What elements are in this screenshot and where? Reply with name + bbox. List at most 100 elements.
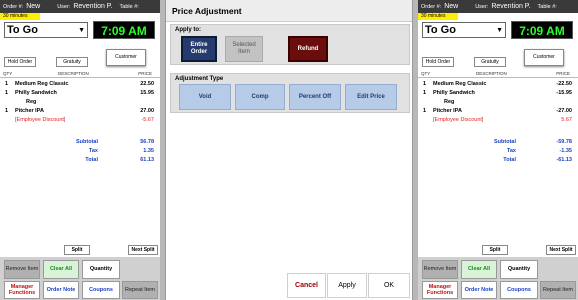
comp-button[interactable]: Comp [235,84,285,110]
time-badge: 30 minutes [0,13,40,20]
list-item[interactable]: 1 Philly Sandwich 15.95 [0,89,160,98]
repeat-item-button[interactable]: Repeat Item [540,281,576,299]
item-desc: Reg [26,99,37,105]
user-label: User: [57,3,71,10]
order-header: Order #: New User: Revention P. Table #: [0,0,160,13]
dialog-title: Price Adjustment [166,0,412,22]
time-badge: 30 minutes [418,13,458,20]
subtotal-value: -59.78 [556,139,572,145]
clock: 7:09 AM [93,21,155,39]
item-desc: Philly Sandwich [433,90,475,96]
remove-item-button[interactable]: Remove Item [4,260,40,279]
next-split-button[interactable]: Next Split [128,245,158,255]
col-price: PRICE [138,71,152,76]
split-button[interactable]: Split [64,245,90,255]
repeat-item-button[interactable]: Repeat Item [122,281,158,299]
item-desc: Medium Reg Classic [15,81,69,87]
cancel-button[interactable]: Cancel [287,273,326,298]
next-split-button[interactable]: Next Split [546,245,576,255]
dialog-footer: Cancel Apply OK [166,270,414,300]
col-price: PRICE [556,71,570,76]
totals: Subtotal 56.78 Tax 1.35 Total 61.13 [0,138,160,165]
order-number-value: New [26,3,41,10]
user-value: Revention P. [491,3,531,10]
total-value: -61.13 [556,157,572,163]
tax-value: -1.35 [559,148,572,154]
ok-button[interactable]: OK [368,273,410,298]
void-button[interactable]: Void [179,84,231,110]
item-price: 27.00 [140,108,154,114]
item-qty: 1 [423,81,427,87]
coupons-button[interactable]: Coupons [82,281,120,299]
order-note-button[interactable]: Order Note [461,281,497,299]
col-qty: QTY [421,71,431,76]
list-item[interactable]: 1 Medium Reg Classic -22.50 [418,80,578,89]
edit-price-button[interactable]: Edit Price [345,84,397,110]
item-price: -15.95 [556,90,572,96]
adjustment-type-label: Adjustment Type [175,76,224,82]
list-item[interactable]: 1 Philly Sandwich -15.95 [418,89,578,98]
item-desc: Medium Reg Classic [433,81,487,87]
refund-button[interactable]: Refund [288,36,328,62]
apply-to-label: Apply to: [175,27,201,33]
user-label: User: [475,3,489,10]
coupons-button[interactable]: Coupons [500,281,538,299]
order-number-label: Order #: [421,3,442,10]
item-price: -27.00 [556,108,572,114]
clear-all-button[interactable]: Clear All [43,260,79,279]
hold-order-button[interactable]: Hold Order [4,57,36,67]
chevron-down-icon: ▼ [496,27,503,34]
order-type-value: To Go [7,24,38,36]
list-item-discount[interactable]: [Employee Discount] 5.67 [418,116,578,125]
total-label: Total [503,157,516,163]
gratuity-button[interactable]: Gratuity [56,57,88,67]
column-header: QTY DESCRIPTION PRICE [418,70,578,78]
item-price: -5.67 [141,117,154,123]
tax-label: Tax [506,148,516,154]
order-items: 1 Medium Reg Classic 22.50 1 Philly Sand… [0,80,160,125]
remove-item-button[interactable]: Remove Item [422,260,458,279]
item-price: -22.50 [556,81,572,87]
order-type-select[interactable]: To Go ▼ [4,22,88,38]
clear-all-button[interactable]: Clear All [461,260,497,279]
order-type-select[interactable]: To Go ▼ [422,22,506,38]
percent-off-button[interactable]: Percent Off [289,84,341,110]
item-price: 5.67 [561,117,572,123]
list-item[interactable]: 1 Pitcher IPA 27.00 [0,107,160,116]
tax-label: Tax [88,148,98,154]
col-qty: QTY [3,71,13,76]
entire-order-button[interactable]: Entire Order [181,36,217,62]
quantity-button[interactable]: Quantity [82,260,120,279]
gratuity-button[interactable]: Gratuity [474,57,506,67]
total-value: 61.13 [140,157,154,163]
tax-value: 1.35 [143,148,154,154]
item-desc: Pitcher IPA [433,108,462,114]
item-desc: [Employee Discount] [15,117,66,123]
item-qty: 1 [5,90,9,96]
hold-order-button[interactable]: Hold Order [422,57,454,67]
subtotal-label: Subtotal [76,139,98,145]
list-item-modifier[interactable]: Reg [0,98,160,107]
list-item[interactable]: 1 Medium Reg Classic 22.50 [0,80,160,89]
selected-item-button[interactable]: Selected Item [225,36,263,62]
adjustment-type-section: Adjustment Type Void Comp Percent Off Ed… [170,73,410,113]
item-qty: 1 [423,90,427,96]
list-item[interactable]: 1 Pitcher IPA -27.00 [418,107,578,116]
manager-functions-button[interactable]: Manager Functions [4,281,40,299]
col-description: DESCRIPTION [58,71,89,76]
quantity-button[interactable]: Quantity [500,260,538,279]
item-desc: Reg [444,99,455,105]
screen: Order #: New User: Revention P. Table #:… [0,0,578,300]
order-note-button[interactable]: Order Note [43,281,79,299]
list-item-modifier[interactable]: Reg [418,98,578,107]
col-description: DESCRIPTION [476,71,507,76]
split-button[interactable]: Split [482,245,508,255]
customer-button[interactable]: Customer [524,49,564,66]
apply-button[interactable]: Apply [327,273,367,298]
item-qty: 1 [5,108,9,114]
manager-functions-button[interactable]: Manager Functions [422,281,458,299]
customer-button[interactable]: Customer [106,49,146,66]
clock: 7:09 AM [511,21,573,39]
item-qty: 1 [5,81,9,87]
list-item-discount[interactable]: [Employee Discount] -5.67 [0,116,160,125]
